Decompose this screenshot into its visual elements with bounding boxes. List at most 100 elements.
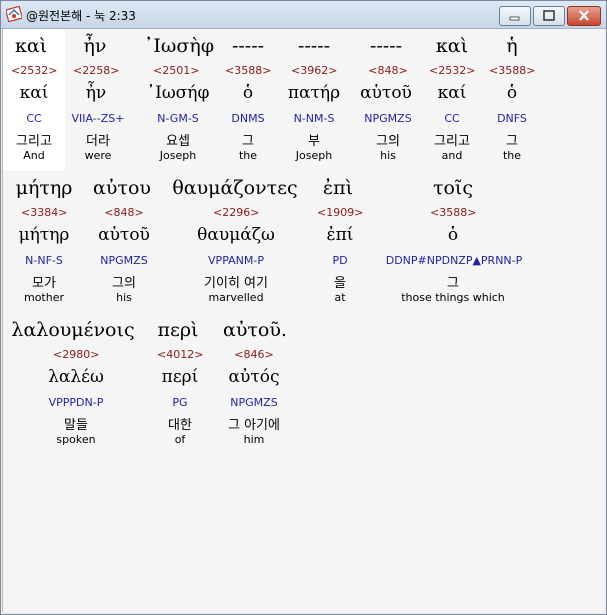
english-gloss: And [23,149,45,162]
english-gloss: him [243,433,265,446]
english-gloss: mother [23,291,65,304]
window-controls [499,6,601,26]
english-gloss: at [334,291,346,304]
window-title: @원전본해 - 눅 2:33 [26,9,136,23]
bible-app-icon[interactable] [6,6,22,22]
greek-word: ᾽Ιωσὴφ [143,35,215,57]
korean-gloss: 기이히 여기 [204,276,268,291]
greek-word: ----- [297,35,331,57]
greek-lemma: μήτηρ [18,225,70,245]
morph-code: VPPPDN-P [48,396,104,409]
greek-word: μήτηρ [15,177,73,199]
greek-lemma: θαυμάζω [197,225,275,245]
korean-gloss: 대한 [168,418,192,433]
greek-lemma: ἐπί [326,225,354,245]
maximize-icon [543,10,555,21]
greek-word: ἦν [83,35,107,57]
strong-number: <2532> [429,64,476,77]
greek-word: ----- [231,35,265,57]
strong-number: <2501> [153,64,200,77]
morph-code: VIIA--ZS+ [71,112,125,125]
morph-code: NPGMZS [230,396,278,409]
strong-number: <846> [234,348,274,361]
minimize-button[interactable] [499,6,531,26]
english-gloss: those things which [401,291,505,304]
greek-lemma: ἦν [85,83,107,103]
greek-word: αὐτου [93,177,151,199]
strong-number: <848> [368,64,408,77]
english-gloss: his [116,291,132,304]
english-gloss: his [380,149,396,162]
korean-gloss: 그리고 [16,134,52,149]
strong-number: <2532> [11,64,58,77]
greek-word: λαλουμένοις [11,319,135,341]
strong-number: <4012> [157,348,204,361]
greek-word: ἡ [506,35,518,57]
strong-number: <2980> [53,348,100,361]
english-gloss: spoken [56,433,96,446]
english-gloss: Joseph [159,149,197,162]
title-bar[interactable]: @원전본해 - 눅 2:33 [1,1,606,29]
greek-lemma: πατήρ [287,83,341,103]
morph-code: PG [172,396,188,409]
greek-word: τοῖς [432,177,474,199]
morph-code: DDNP#NPDNZP▲PRNN-P [385,254,523,267]
greek-lemma: αὑτοῦ [98,225,150,245]
strong-number: <3384> [21,206,68,219]
greek-lemma: λαλέω [48,367,104,387]
greek-lemma: ᾽Ιωσήφ [146,83,210,103]
korean-gloss: 그 [242,134,254,149]
maximize-button[interactable] [533,6,565,26]
greek-lemma: καί [437,83,467,103]
english-gloss: and [441,149,463,162]
morph-code: VPPANM-P [208,254,264,267]
morph-code: N-GM-S [157,112,199,125]
morph-code: DNFS [497,112,527,125]
morph-code: NPGMZS [364,112,412,125]
greek-word: καὶ [435,35,469,57]
morph-code: CC [444,112,460,125]
greek-word: αὐτοῦ. [223,319,287,341]
english-gloss: the [238,149,258,162]
strong-number: <3588> [225,64,272,77]
morph-code: NPGMZS [100,254,148,267]
strong-number: <2258> [73,64,120,77]
greek-word: ἐπὶ [322,177,354,199]
korean-gloss: 모가 [32,276,56,291]
greek-word: ----- [369,35,403,57]
english-gloss: of [174,433,186,446]
strong-number: <3962> [291,64,338,77]
greek-lemma: περί [161,367,199,387]
morph-code: PD [332,254,348,267]
korean-gloss: 더라 [86,134,110,149]
greek-lemma: ὁ [447,225,459,245]
greek-lemma: ὁ [242,83,254,103]
greek-lemma: καί [19,83,49,103]
english-gloss: the [502,149,522,162]
greek-lemma: αὐτός [228,367,280,387]
korean-gloss: 요셉 [166,134,190,149]
strong-number: <3588> [489,64,536,77]
strong-number: <848> [104,206,144,219]
korean-gloss: 을 [334,276,346,291]
greek-word: καὶ [15,35,48,57]
korean-gloss: 그의 [112,276,136,291]
strong-number: <1909> [317,206,364,219]
close-button[interactable] [567,6,601,26]
strong-number: <2296> [213,206,260,219]
english-gloss: Joseph [295,149,333,162]
interlinear-view[interactable]: καὶ <2532> καί CC 그리고 And ἦν <2258> ἦν V… [2,29,604,612]
korean-gloss: 그리고 [434,134,470,149]
greek-word: θαυμάζοντες [172,177,298,199]
english-gloss: were [84,149,112,162]
strong-number: <3588> [430,206,477,219]
greek-lemma: αὑτοῦ [360,83,412,103]
korean-gloss: 그의 [376,134,400,149]
korean-gloss: 말들 [64,418,88,433]
greek-word: περὶ [157,319,199,341]
korean-gloss: 그 [506,134,518,149]
english-gloss: marvelled [208,291,264,304]
morph-code: N-NF-S [25,254,63,267]
korean-gloss: 그 아기에 [228,418,280,433]
morph-code: DNMS [231,112,265,125]
